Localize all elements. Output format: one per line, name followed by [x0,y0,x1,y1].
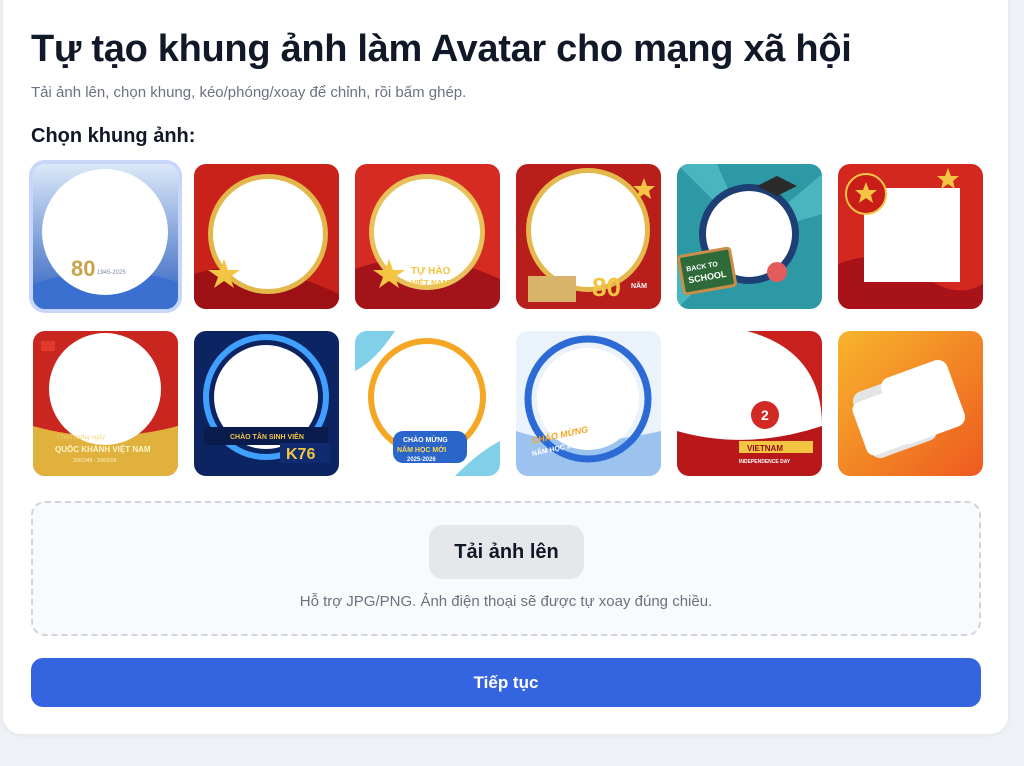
frame-11-text-independence-day: INDEPENDENCE DAY [739,459,791,465]
frame-grid: 80 1945-2025 TỰ HÀO VIỆT NAM 80 NĂM BACK… [33,164,983,476]
frame-9-text-year: 2025-2026 [407,457,436,463]
frame-7-text-quoc-khanh: QUỐC KHÁNH VIỆT NAM [55,444,151,454]
frame-option-quoc-khanh-80-nam[interactable]: 80 NĂM [516,164,661,309]
frame-8-text-k76: K76 [286,446,315,463]
frame-7-text-date: 2/9/1945 - 2/9/2025 [73,458,117,464]
frame-4-text-80: 80 [592,272,621,302]
frame-9-text-chao-mung: CHÀO MỪNG [403,435,448,444]
frame-option-vietnam-independence-day[interactable]: 2 VIETNAM INDEPENDENCE DAY [677,331,822,476]
frame-option-tu-hao-viet-nam[interactable]: TỰ HÀO VIỆT NAM [355,164,500,309]
frame-11-text-2: 2 [761,407,769,423]
frame-option-80-nam-blue[interactable]: 80 1945-2025 [33,164,178,309]
upload-dropzone[interactable]: Tải ảnh lên Hỗ trợ JPG/PNG. Ảnh điện tho… [31,501,981,636]
frame-8-text-chao-tan-sinh-vien: CHÀO TÂN SINH VIÊN [230,432,304,441]
frame-option-k76-tech[interactable]: CHÀO TÂN SINH VIÊN K76 [194,331,339,476]
frame-3-text-viet-nam: VIỆT NAM [411,279,450,288]
frame-option-nam-hoc-moi-1[interactable]: CHÀO MỪNG NĂM HỌC MỚI 2025-2026 [355,331,500,476]
upload-hint: Hỗ trợ JPG/PNG. Ảnh điện thoại sẽ được t… [299,593,713,610]
frame-option-orange-shapes[interactable] [838,331,983,476]
page-subtitle: Tải ảnh lên, chọn khung, kéo/phóng/xoay … [31,84,467,101]
frame-1-text-80: 80 [71,256,95,281]
frame-option-back-to-school[interactable]: BACK TO SCHOOL [677,164,822,309]
frame-9-text-nam-hoc-moi: NĂM HỌC MỚI [397,445,446,454]
frame-option-quoc-khanh-viet-nam[interactable]: Chào mừng ngày QUỐC KHÁNH VIỆT NAM 2/9/1… [33,331,178,476]
page-title: Tự tạo khung ảnh làm Avatar cho mạng xã … [31,28,852,70]
frame-11-text-vietnam: VIETNAM [747,444,783,453]
frame-3-text-tu-hao: TỰ HÀO [411,264,451,277]
frame-4-text-nam: NĂM [631,281,647,290]
upload-image-button[interactable]: Tải ảnh lên [429,525,584,579]
continue-button[interactable]: Tiếp tục [31,658,981,707]
frame-7-text-chao-mung: Chào mừng ngày [57,433,106,441]
frame-picker-label: Chọn khung ảnh: [31,125,196,147]
frame-option-nam-hoc-moi-2[interactable]: CHÀO MỪNG NĂM HỌC 2025-2026 [516,331,661,476]
frame-1-text-years: 1945-2025 [97,270,126,276]
frame-option-flag-square[interactable] [838,164,983,309]
frame-option-red-gold-star[interactable] [194,164,339,309]
